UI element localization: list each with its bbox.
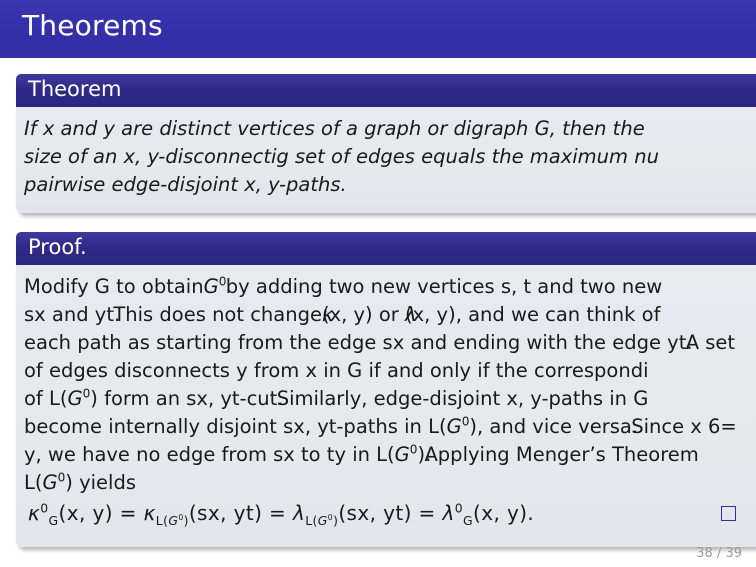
proof-line: each path as starting from the edge sx a… [24, 329, 754, 357]
sub-text: L( [305, 513, 318, 528]
math-symbol: G [42, 471, 58, 494]
lambda-symbol: λ [292, 501, 306, 525]
proof-text: Applying Menger’s Theorem [424, 443, 699, 466]
formula-text: (x, y) = [58, 501, 144, 525]
math-symbol: G [67, 387, 83, 410]
proof-block-title: Proof. [28, 235, 87, 259]
sub-G: G [168, 513, 179, 528]
proof-text: become internally disjoint sx, yt-paths … [24, 415, 447, 438]
theorem-block: Theorem If x and y are distinct vertices… [16, 74, 756, 213]
proof-line: become internally disjoint sx, yt-paths … [24, 413, 754, 441]
proof-text: A set [685, 331, 736, 354]
qed-box-icon [721, 506, 736, 521]
math-symbol: G [446, 415, 462, 438]
proof-text: ), and vice versa. [469, 415, 639, 438]
theorem-block-body: If x and y are distinct vertices of a gr… [16, 107, 756, 213]
theorem-block-title: Theorem [28, 77, 122, 101]
theorem-line: If x and y are distinct vertices of a gr… [24, 117, 645, 140]
formula-text: (sx, yt) = [188, 501, 293, 525]
superscript: 0 [454, 500, 463, 516]
proof-line: of edges disconnects y from x in G if an… [24, 357, 754, 385]
proof-line: of L(G0) form an sx, yt-cut.Similarly, e… [24, 385, 754, 413]
theorem-line: size of an x, y-disconnectig set of edge… [24, 145, 659, 168]
proof-text: ) form an sx, yt-cut. [90, 387, 284, 410]
formula-text: (x, y). [473, 501, 535, 525]
sub-text: L( [155, 513, 169, 528]
math-symbol: G [203, 275, 219, 298]
proof-formula: κ0G(x, y) = κL(G0)(sx, yt) = λL(G0)(sx, … [28, 500, 535, 528]
proof-formula-row: κ0G(x, y) = κL(G0)(sx, yt) = λL(G0)(sx, … [24, 501, 754, 531]
proof-text: of L( [24, 387, 68, 410]
math-symbol: G [394, 443, 410, 466]
proof-text: sx and yt. [24, 303, 121, 326]
proof-line: y, we have no edge from sx to ty in L(G0… [24, 441, 754, 469]
subscript: G [48, 513, 59, 528]
page-title: Theorems [22, 9, 163, 42]
proof-line: L(G0) yields [24, 469, 754, 497]
proof-text: each path as starting from the edge sx a… [24, 331, 693, 354]
proof-line: sx and yt.This does not changeκ(x, y) or… [24, 303, 661, 326]
proof-line: Modify G to obtainG0 by adding two new v… [24, 273, 754, 301]
proof-text: L( [24, 471, 43, 494]
page-number: 38 / 39 [696, 546, 742, 561]
subscript: G [463, 513, 474, 528]
kappa-symbol: κ [143, 501, 156, 525]
proof-block-body: Modify G to obtainG0 by adding two new v… [16, 265, 756, 547]
proof-text: This does not change [113, 303, 322, 326]
sub-G: G [317, 513, 328, 528]
slide-title-bar: Theorems [0, 0, 756, 58]
proof-text: Modify G to obtain [24, 275, 204, 298]
proof-text: of edges disconnects y from x in G if an… [24, 359, 649, 382]
proof-text: (x, y), and we can think of [405, 303, 661, 326]
formula-text: (sx, yt) = [338, 501, 443, 525]
theorem-line: pairwise edge-disjoint x, y-paths. [24, 173, 347, 196]
proof-block: Proof. Modify G to obtainG0 by adding tw… [16, 232, 756, 547]
proof-text: ) yields [65, 471, 137, 494]
kappa-subscript: L(G0) [156, 513, 189, 528]
proof-text: by adding two new vertices s, t and two … [219, 275, 663, 298]
proof-text: (x, y) or [321, 303, 406, 326]
proof-text: Since x 6= [631, 415, 737, 438]
proof-text: y, we have no edge from sx to ty in L( [24, 443, 395, 466]
theorem-block-header: Theorem [16, 74, 756, 107]
proof-text: Similarly, edge-disjoint x, y-paths in G [276, 387, 649, 410]
proof-block-header: Proof. [16, 232, 756, 265]
lambda-subscript: L(G0) [305, 513, 338, 528]
lambda-symbol: λ [442, 501, 455, 525]
kappa-symbol: κ [28, 501, 41, 525]
